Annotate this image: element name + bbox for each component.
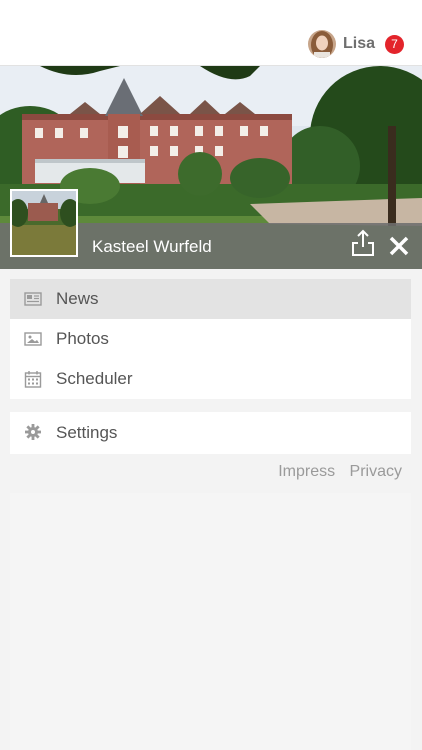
newspaper-icon xyxy=(24,292,42,306)
share-icon xyxy=(352,229,374,256)
privacy-link[interactable]: Privacy xyxy=(350,463,402,480)
footer-links: Impress Privacy xyxy=(268,463,402,481)
notification-badge: 7 xyxy=(385,34,404,54)
share-button[interactable] xyxy=(351,229,375,257)
calendar-icon xyxy=(24,371,42,388)
menu-group-main: News Photos Scheduler xyxy=(10,279,411,399)
image-icon xyxy=(24,332,42,346)
content-area xyxy=(10,493,411,750)
close-icon xyxy=(389,236,409,256)
menu-item-label: Photos xyxy=(56,329,109,348)
user-name: Lisa xyxy=(342,35,375,52)
menu-item-news[interactable]: News xyxy=(10,279,411,319)
menu-item-photos[interactable]: Photos xyxy=(10,319,411,359)
menu-group-settings: Settings xyxy=(10,412,411,454)
gear-icon xyxy=(25,424,41,440)
location-thumbnail[interactable] xyxy=(10,189,78,257)
menu-item-label: Scheduler xyxy=(56,369,133,388)
user-profile[interactable]: Lisa 7 xyxy=(307,29,404,59)
menu-item-label: Settings xyxy=(56,423,118,442)
place-title: Kasteel Wurfeld xyxy=(92,237,212,256)
avatar[interactable] xyxy=(307,30,336,58)
impress-link[interactable]: Impress xyxy=(278,463,335,480)
top-bar: Lisa 7 xyxy=(0,0,422,66)
menu-item-settings[interactable]: Settings xyxy=(10,412,411,454)
menu-item-label: News xyxy=(56,289,99,308)
menu-item-scheduler[interactable]: Scheduler xyxy=(10,359,411,399)
close-button[interactable] xyxy=(387,234,411,258)
